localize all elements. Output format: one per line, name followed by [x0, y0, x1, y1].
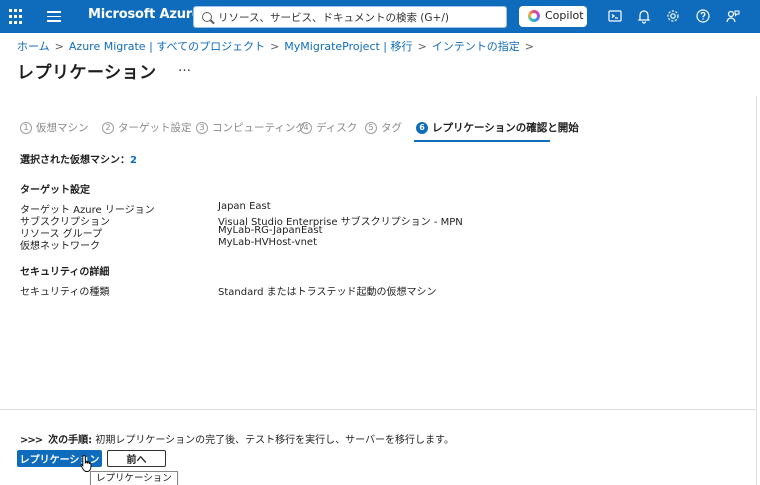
- step-number: 5: [365, 122, 377, 134]
- cloud-shell-icon[interactable]: [607, 8, 623, 24]
- virtual-network-label: 仮想ネットワーク: [20, 241, 100, 252]
- next-steps-arrows-icon: >>>: [20, 435, 43, 446]
- replicate-tooltip: レプリケーション: [90, 471, 178, 485]
- copilot-button[interactable]: Copilot: [519, 6, 587, 27]
- next-steps-message: >>> 次の手順: 初期レプリケーションの完了後、テスト移行を実行し、サーバーを移…: [20, 431, 454, 446]
- security-type-label: セキュリティの種類: [20, 287, 110, 298]
- selected-vms-count[interactable]: 2: [130, 155, 137, 166]
- copilot-icon: [528, 10, 540, 22]
- resource-group-value: MyLab-RG-JapanEast: [218, 225, 323, 236]
- security-details-heading: セキュリティの詳細: [20, 267, 110, 278]
- selected-vms-label: 選択された仮想マシン：: [20, 155, 130, 166]
- breadcrumb: ホーム > Azure Migrate | すべてのプロジェクト > MyMigrate…: [17, 38, 539, 54]
- hamburger-icon[interactable]: [47, 11, 61, 22]
- panel-border: [756, 96, 757, 485]
- tab-step-6[interactable]: 6 レプリケーションの確認と開始: [416, 120, 579, 142]
- help-icon[interactable]: [695, 8, 711, 24]
- target-region-value: Japan East: [218, 201, 271, 212]
- breadcrumb-item-intent[interactable]: インテントの指定: [432, 40, 520, 53]
- step-label: タグ: [381, 122, 402, 134]
- search-placeholder: リソース、サービス、ドキュメントの検索 (G+/): [218, 12, 449, 24]
- search-input[interactable]: リソース、サービス、ドキュメントの検索 (G+/): [193, 6, 507, 28]
- previous-button[interactable]: 前へ: [107, 450, 166, 467]
- target-settings-heading: ターゲット設定: [20, 185, 90, 196]
- waffle-icon[interactable]: [9, 9, 25, 25]
- step-label: コンピューティング: [212, 122, 306, 134]
- tab-step-5[interactable]: 5 タグ: [365, 120, 402, 142]
- step-number: 1: [20, 122, 32, 134]
- step-label: レプリケーションの確認と開始: [432, 122, 579, 134]
- step-label: ターゲット設定: [118, 122, 192, 134]
- active-step-indicator: [414, 140, 550, 142]
- gear-icon[interactable]: [665, 8, 681, 24]
- selected-vms: 選択された仮想マシン：2: [20, 151, 137, 166]
- security-type-value: Standard またはトラステッド起動の仮想マシン: [218, 287, 437, 298]
- step-number: 4: [300, 122, 312, 134]
- breadcrumb-item-home[interactable]: ホーム: [17, 40, 50, 53]
- breadcrumb-item-all-projects[interactable]: Azure Migrate | すべてのプロジェクト: [69, 40, 265, 53]
- more-options-button[interactable]: …: [178, 60, 192, 75]
- hand-cursor-icon: [79, 454, 95, 474]
- tab-step-4[interactable]: 4 ディスク: [300, 120, 357, 142]
- next-steps-label: 次の手順:: [48, 435, 93, 446]
- page-title: レプリケーション: [17, 63, 157, 83]
- copilot-label: Copilot: [545, 9, 584, 22]
- step-label: 仮想マシン: [36, 122, 89, 134]
- bell-icon[interactable]: [636, 8, 652, 24]
- breadcrumb-separator: >: [54, 40, 64, 53]
- virtual-network-value: MyLab-HVHost-vnet: [218, 237, 317, 248]
- breadcrumb-separator: >: [270, 40, 280, 53]
- tab-step-1[interactable]: 1 仮想マシン: [20, 120, 89, 142]
- step-number: 6: [416, 122, 428, 134]
- next-steps-text: 初期レプリケーションの完了後、テスト移行を実行し、サーバーを移行します。: [92, 435, 455, 446]
- step-number: 3: [196, 122, 208, 134]
- breadcrumb-separator: >: [524, 40, 534, 53]
- footer-divider: [0, 409, 757, 410]
- breadcrumb-separator: >: [417, 40, 427, 53]
- step-number: 2: [102, 122, 114, 134]
- tab-step-2[interactable]: 2 ターゲット設定: [102, 120, 192, 142]
- search-icon: [202, 12, 212, 22]
- brand-title[interactable]: Microsoft Azure: [88, 7, 201, 22]
- breadcrumb-item-migrate[interactable]: MyMigrateProject | 移行: [284, 40, 412, 53]
- tab-step-3[interactable]: 3 コンピューティング: [196, 120, 306, 142]
- top-bar: Microsoft Azure リソース、サービス、ドキュメントの検索 (G+/…: [0, 0, 760, 33]
- feedback-icon[interactable]: [725, 8, 741, 24]
- step-label: ディスク: [316, 122, 358, 134]
